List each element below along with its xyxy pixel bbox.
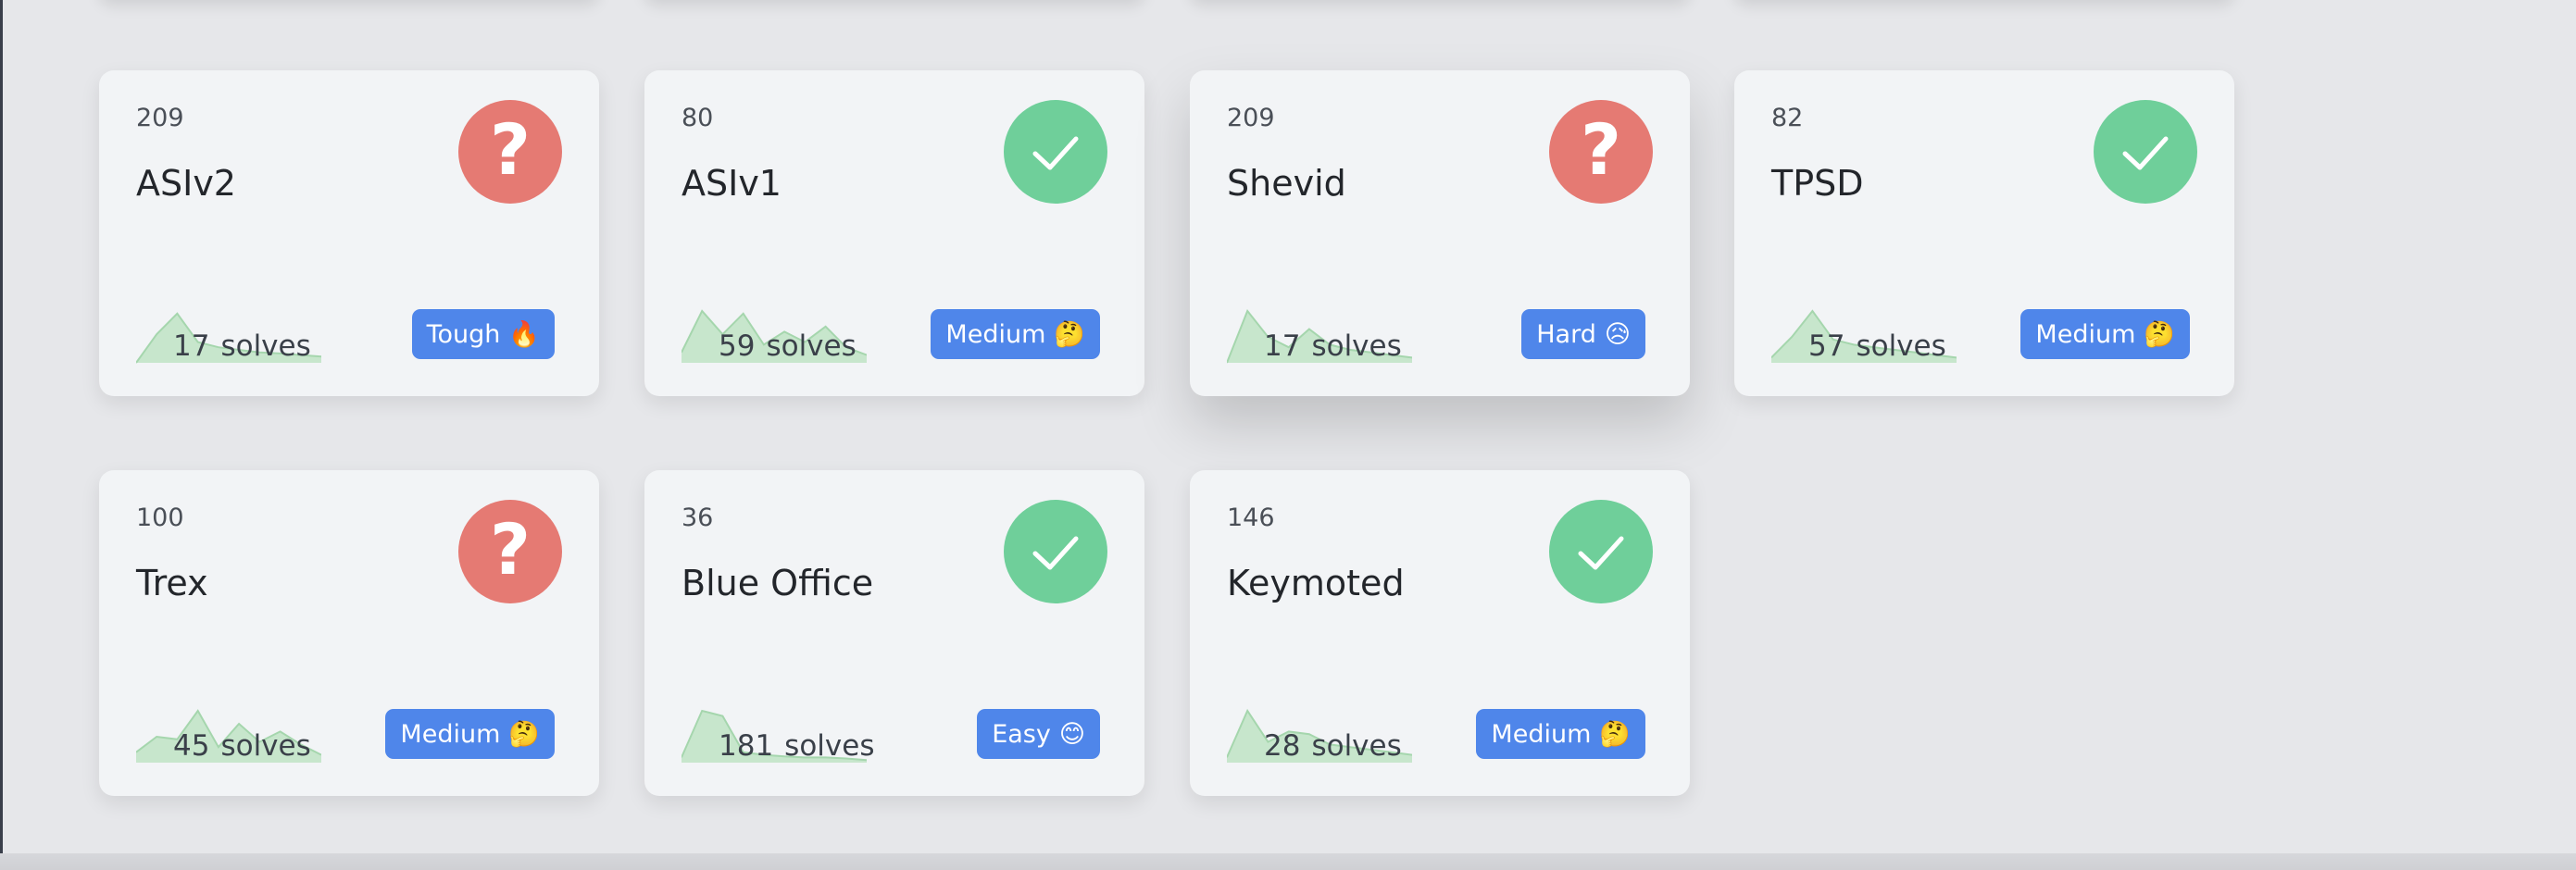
challenge-card[interactable]: 209 ASIv2 ? 17 solves Tough 🔥 <box>99 70 599 396</box>
window-bottom-border <box>0 853 2576 870</box>
solve-count: 45 solves <box>173 729 311 763</box>
solve-count-value: 181 <box>719 729 774 763</box>
solve-count-unit: solves <box>784 729 875 763</box>
solved-status-icon <box>2094 100 2197 204</box>
challenge-name: TPSD <box>1771 163 1864 204</box>
question-icon: ? <box>489 508 531 590</box>
sad-emoji-icon: 😥 <box>1604 319 1631 349</box>
solve-count-value: 57 <box>1808 329 1845 363</box>
difficulty-label: Easy <box>992 719 1051 749</box>
difficulty-badge: Tough 🔥 <box>411 309 555 359</box>
solve-count-value: 17 <box>173 329 210 363</box>
challenge-name: ASIv1 <box>682 163 782 204</box>
solved-status-icon <box>1004 100 1107 204</box>
solve-count-value: 28 <box>1264 729 1301 763</box>
question-icon: ? <box>1580 108 1622 191</box>
thinking-emoji-icon: 🤔 <box>2144 320 2175 349</box>
solve-count-unit: solves <box>1311 329 1402 363</box>
unsolved-status-icon: ? <box>458 100 562 204</box>
challenge-points: 100 <box>136 503 184 532</box>
thinking-emoji-icon: 🤔 <box>1599 720 1631 749</box>
difficulty-badge: Easy 😊 <box>977 709 1100 759</box>
solve-count: 59 solves <box>719 329 857 363</box>
fire-emoji-icon: 🔥 <box>508 320 540 349</box>
challenge-name: ASIv2 <box>136 163 236 204</box>
challenge-card[interactable]: 82 TPSD 57 solves Medium 🤔 <box>1734 70 2234 396</box>
solve-count: 17 solves <box>173 329 311 363</box>
challenge-name: Blue Office <box>682 563 874 603</box>
challenge-card[interactable]: 100 Trex ? 45 solves Medium 🤔 <box>99 470 599 796</box>
challenge-points: 36 <box>682 503 714 532</box>
difficulty-label: Medium <box>945 319 1046 349</box>
challenge-points: 146 <box>1227 503 1275 532</box>
difficulty-label: Medium <box>1491 719 1592 749</box>
solved-status-icon <box>1004 500 1107 603</box>
challenge-points: 80 <box>682 104 714 132</box>
challenge-card[interactable]: 36 Blue Office 181 solves Easy 😊 <box>644 470 1144 796</box>
challenge-name: Trex <box>136 563 208 603</box>
difficulty-label: Hard <box>1536 319 1596 349</box>
difficulty-label: Medium <box>2035 319 2136 349</box>
solve-count-unit: solves <box>1856 329 1946 363</box>
challenge-name: Keymoted <box>1227 563 1405 603</box>
solve-count: 57 solves <box>1808 329 1946 363</box>
difficulty-badge: Medium 🤔 <box>385 709 555 759</box>
check-icon <box>1578 536 1624 570</box>
solve-count-value: 17 <box>1264 329 1301 363</box>
difficulty-badge: Medium 🤔 <box>931 309 1100 359</box>
challenge-points: 209 <box>1227 104 1275 132</box>
difficulty-badge: Hard 😥 <box>1521 309 1645 359</box>
challenge-points: 82 <box>1771 104 1804 132</box>
unsolved-status-icon: ? <box>458 500 562 603</box>
difficulty-badge: Medium 🤔 <box>2020 309 2190 359</box>
challenge-points: 209 <box>136 104 184 132</box>
difficulty-badge: Medium 🤔 <box>1476 709 1645 759</box>
solve-count-value: 59 <box>719 329 756 363</box>
challenge-name: Shevid <box>1227 163 1346 204</box>
unsolved-status-icon: ? <box>1549 100 1653 204</box>
window-left-border <box>0 0 3 870</box>
solve-count-unit: solves <box>220 329 311 363</box>
difficulty-label: Tough <box>426 319 501 349</box>
thinking-emoji-icon: 🤔 <box>508 720 540 749</box>
solve-count: 181 solves <box>719 729 874 763</box>
solve-count-unit: solves <box>1311 729 1402 763</box>
difficulty-label: Medium <box>400 719 501 749</box>
challenge-card[interactable]: 146 Keymoted 28 solves Medium 🤔 <box>1190 470 1690 796</box>
challenge-card[interactable]: 80 ASIv1 59 solves Medium 🤔 <box>644 70 1144 396</box>
solve-count-value: 45 <box>173 729 210 763</box>
challenge-card[interactable]: 209 Shevid ? 17 solves Hard 😥 <box>1190 70 1690 396</box>
solve-count: 28 solves <box>1264 729 1402 763</box>
check-icon <box>1032 136 1079 170</box>
smile-emoji-icon: 😊 <box>1058 719 1085 749</box>
thinking-emoji-icon: 🤔 <box>1054 320 1085 349</box>
solved-status-icon <box>1549 500 1653 603</box>
solve-count-unit: solves <box>766 329 857 363</box>
solve-count-unit: solves <box>220 729 311 763</box>
question-icon: ? <box>489 108 531 191</box>
check-icon <box>2122 136 2169 170</box>
solve-count: 17 solves <box>1264 329 1402 363</box>
check-icon <box>1032 536 1079 570</box>
